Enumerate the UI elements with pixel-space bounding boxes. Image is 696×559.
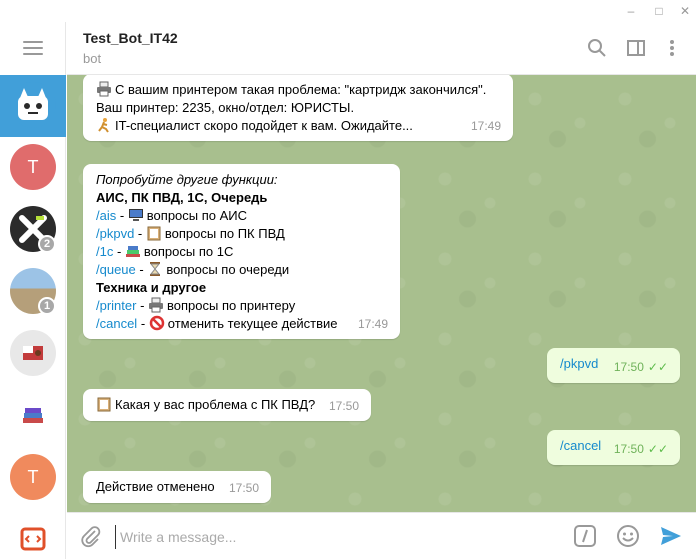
command-desc: вопросы по АИС [146,208,248,223]
command-desc: вопросы по принтеру [167,298,296,313]
command-row: /printer - вопросы по принтеру [96,297,388,315]
message-intro: Попробуйте другие функции: [96,172,278,187]
avatar-letter: T [27,156,39,177]
unread-badge: 1 [38,297,56,315]
message-time: 17:50 [613,442,644,456]
books-emoji-icon [125,243,141,259]
message-incoming[interactable]: Попробуйте другие функции: АИС, ПК ПВД, … [83,164,400,339]
search-icon[interactable] [586,37,608,59]
separator: - [135,262,148,277]
message-meta: 17:50 ✓✓ [614,358,668,376]
hourglass-emoji-icon [147,261,163,277]
prohibited-emoji-icon [149,315,165,331]
section-heading: Техника и другое [96,280,207,295]
chat-list-rail: T 2 1 T [0,22,66,559]
command-link[interactable]: /pkpvd [96,226,134,241]
command-row: /1c - вопросы по 1С [96,243,388,261]
message-text: IT-специалист скоро подойдет к вам. Ожид… [115,118,413,133]
message-line: IT-специалист скоро подойдет к вам. Ожид… [96,117,501,135]
command-link[interactable]: /1c [96,244,113,259]
message-command[interactable]: /pkpvd [560,356,598,371]
message-text: Какая у вас проблема с ПК ПВД? [115,397,316,412]
separator: - [113,244,125,259]
read-ticks-icon: ✓✓ [647,360,668,374]
message-time: 17:49 [470,119,501,133]
printer-emoji-icon [96,81,112,97]
sidebar-toggle-icon[interactable] [625,37,647,59]
command-desc: вопросы по очереди [166,262,290,277]
message-text: Ваш принтер: 2235, окно/отдел: ЮРИСТЫ. [96,100,355,115]
message-composer [67,512,696,559]
chat-title[interactable]: Test_Bot_IT42 [83,30,178,46]
chat-item-t2[interactable]: T [0,447,66,509]
chat-item-flag[interactable] [0,323,66,385]
separator: - [116,208,128,223]
hamburger-menu-icon[interactable] [23,41,43,55]
books-avatar [10,392,56,438]
command-link[interactable]: /ais [96,208,116,223]
window-titlebar: – □ ✕ [0,0,696,22]
more-vertical-icon[interactable] [661,37,683,59]
separator: - [134,226,146,241]
command-desc: отменить текущее действие [167,316,338,331]
emoji-icon[interactable] [616,524,640,548]
separator: - [137,316,149,331]
command-link[interactable]: /cancel [96,316,137,331]
message-text: С вашим принтером такая проблема: "картр… [115,82,487,97]
chat-subtitle: bot [83,51,102,66]
message-outgoing[interactable]: /pkpvd 17:50 ✓✓ [547,348,680,383]
letter-avatar: T [10,454,56,500]
command-row: /ais - вопросы по АИС [96,207,388,225]
message-incoming[interactable]: Действие отменено 17:50 [83,471,271,503]
message-input[interactable] [115,525,555,549]
unread-badge: 2 [38,235,56,253]
message-command[interactable]: /cancel [560,438,601,453]
command-desc: вопросы по ПК ПВД [164,226,285,241]
chat-item-code[interactable] [0,509,66,559]
maximize-button[interactable]: □ [646,0,672,22]
printer-emoji-icon [148,297,164,313]
flag-avatar [10,330,56,376]
code-avatar [10,516,56,559]
computer-emoji-icon [128,207,144,223]
message-incoming[interactable]: Какая у вас проблема с ПК ПВД? 17:50 [83,389,371,421]
command-desc: вопросы по 1С [143,244,234,259]
chat-header: Test_Bot_IT42 bot [67,22,696,75]
running-person-emoji-icon [96,117,112,133]
send-icon[interactable] [659,524,683,548]
message-text: Действие отменено [96,479,215,494]
clipboard-emoji-icon [96,396,112,412]
chat-item-books[interactable] [0,385,66,447]
messages-area[interactable]: С вашим принтером такая проблема: "картр… [67,75,696,512]
chat-item-t1[interactable]: T [0,137,66,199]
commands-icon[interactable] [573,524,597,548]
avatar-letter: T [27,466,39,487]
command-row: /cancel - отменить текущее действие [96,315,388,333]
command-link[interactable]: /printer [96,298,136,313]
bot-avatar [10,82,56,128]
message-meta: 17:50 ✓✓ [614,440,668,458]
attach-icon[interactable] [79,524,103,548]
message-time: 17:50 [328,399,359,413]
message-outgoing[interactable]: /cancel 17:50 ✓✓ [547,430,680,465]
chat-item-x[interactable]: 2 [0,199,66,261]
message-time: 17:50 [228,481,259,495]
minimize-button[interactable]: – [618,0,644,22]
command-row: /pkpvd - вопросы по ПК ПВД [96,225,388,243]
message-incoming[interactable]: С вашим принтером такая проблема: "картр… [83,75,513,141]
read-ticks-icon: ✓✓ [647,442,668,456]
section-heading: АИС, ПК ПВД, 1С, Очередь [96,190,268,205]
message-time: 17:49 [357,317,388,331]
message-time: 17:50 [613,360,644,374]
close-button[interactable]: ✕ [672,0,696,22]
separator: - [136,298,149,313]
message-line: С вашим принтером такая проблема: "картр… [96,81,501,99]
chat-item-bot[interactable] [0,75,66,137]
chat-item-photo[interactable]: 1 [0,261,66,323]
letter-avatar: T [10,144,56,190]
command-link[interactable]: /queue [96,262,136,277]
command-row: /queue - вопросы по очереди [96,261,388,279]
clipboard-emoji-icon [146,225,162,241]
